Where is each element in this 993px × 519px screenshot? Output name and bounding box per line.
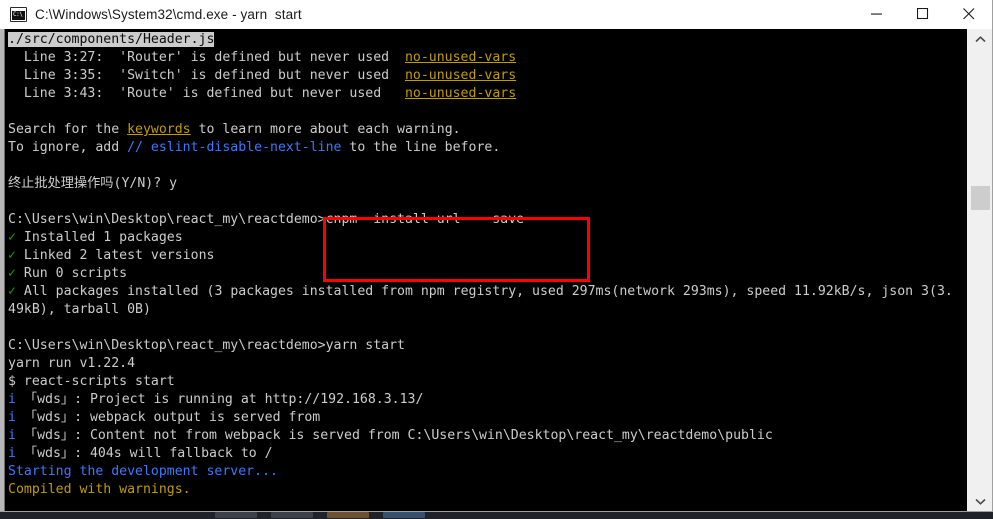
terminal-segment: // eslint-disable-next-line <box>127 140 342 155</box>
taskbar-item[interactable] <box>271 511 313 518</box>
terminal-line: ✓ Linked 2 latest versions <box>8 247 967 265</box>
scroll-up-button[interactable] <box>968 29 992 49</box>
terminal-line: ./src/components/Header.js <box>8 31 967 49</box>
terminal-segment: 「wds」: Project is running at http://192.… <box>15 392 424 407</box>
titlebar[interactable]: C:\Windows\System32\cmd.exe - yarn start <box>0 0 992 29</box>
close-icon <box>963 8 975 20</box>
taskbar-item[interactable] <box>215 511 257 518</box>
console-output[interactable]: ./src/components/Header.js Line 3:27: 'R… <box>5 29 967 511</box>
terminal-line: i 「wds」: 404s will fallback to / <box>8 445 967 463</box>
terminal-line: i 「wds」: webpack output is served from <box>8 409 967 427</box>
terminal-segment: 49kB), tarball 0B) <box>8 302 151 317</box>
terminal-segment: Line 3:43: 'Route' is defined but never … <box>8 86 405 101</box>
terminal-line: ✓ Installed 1 packages <box>8 229 967 247</box>
chevron-down-icon <box>975 498 986 505</box>
terminal-segment: to learn more about each warning. <box>190 122 461 137</box>
terminal-segment: ✓ <box>8 230 16 245</box>
terminal-text: ./src/components/Header.js Line 3:27: 'R… <box>5 31 967 511</box>
terminal-segment: 「wds」: Content not from webpack is serve… <box>15 428 773 443</box>
terminal-line: i 「wds」: Content not from webpack is ser… <box>8 427 967 445</box>
terminal-segment: ✓ <box>8 248 16 263</box>
terminal-line: $ react-scripts start <box>8 373 967 391</box>
terminal-segment: keywords <box>127 122 191 137</box>
terminal-segment: no-unused-vars <box>404 86 517 101</box>
maximize-icon <box>917 8 929 20</box>
terminal-line: 49kB), tarball 0B) <box>8 301 967 319</box>
terminal-segment: $ react-scripts start <box>8 374 175 389</box>
terminal-segment: to the line before. <box>341 140 501 155</box>
terminal-segment: i <box>8 410 16 425</box>
terminal-line: 终止批处理操作吗(Y/N)? y <box>8 175 967 193</box>
taskbar-item[interactable] <box>327 511 369 518</box>
terminal-segment: ./src/components/Header.js <box>8 32 215 47</box>
terminal-line: ✓ Run 0 scripts <box>8 265 967 283</box>
terminal-segment: ✓ <box>8 284 16 299</box>
terminal-line: Line 3:43: 'Route' is defined but never … <box>8 85 967 103</box>
terminal-segment: 终止批处理操作吗(Y/N)? y <box>8 176 178 191</box>
cmd-window: C:\Windows\System32\cmd.exe - yarn start <box>0 0 993 512</box>
terminal-line: Line 3:35: 'Switch' is defined but never… <box>8 67 967 85</box>
terminal-line: To ignore, add // eslint-disable-next-li… <box>8 139 967 157</box>
terminal-segment: To ignore, add <box>8 140 128 155</box>
terminal-segment: 「wds」: 404s will fallback to / <box>15 446 273 461</box>
window-title: C:\Windows\System32\cmd.exe - yarn start <box>35 6 302 22</box>
screen: C:\Windows\System32\cmd.exe - yarn start <box>0 0 993 519</box>
terminal-segment: no-unused-vars <box>404 50 517 65</box>
terminal-line: Compiled with warnings. <box>8 481 967 499</box>
terminal-segment: ✓ <box>8 266 16 281</box>
terminal-segment: no-unused-vars <box>404 68 517 83</box>
terminal-line: C:\Users\win\Desktop\react_my\reactdemo>… <box>8 211 967 229</box>
terminal-line: Starting the development server... <box>8 463 967 481</box>
terminal-line: ✓ All packages installed (3 packages ins… <box>8 283 967 301</box>
maximize-button[interactable] <box>900 0 946 29</box>
minimize-icon <box>871 13 882 15</box>
terminal-segment: Line 3:35: 'Switch' is defined but never… <box>8 68 405 83</box>
terminal-segment: i <box>8 392 16 407</box>
terminal-segment: All packages installed (3 packages insta… <box>15 284 953 299</box>
terminal-segment: yarn run v1.22.4 <box>8 356 136 371</box>
vertical-scrollbar[interactable] <box>967 29 992 511</box>
terminal-segment: C:\Users\win\Desktop\react_my\reactdemo>… <box>8 338 405 353</box>
close-button[interactable] <box>946 0 992 29</box>
terminal-segment: 「wds」: webpack output is served from <box>15 410 321 425</box>
terminal-segment: Linked 2 latest versions <box>15 248 215 263</box>
terminal-segment: i <box>8 446 16 461</box>
terminal-line: Line 3:27: 'Router' is defined but never… <box>8 49 967 67</box>
terminal-segment: Starting the development server... <box>8 464 278 479</box>
terminal-segment: Installed 1 packages <box>15 230 183 245</box>
terminal-line: i 「wds」: Project is running at http://19… <box>8 391 967 409</box>
terminal-line: yarn run v1.22.4 <box>8 355 967 373</box>
chevron-up-icon <box>975 35 986 42</box>
console-area: ./src/components/Header.js Line 3:27: 'R… <box>0 29 992 511</box>
terminal-segment: Search for the <box>8 122 128 137</box>
taskbar-item[interactable] <box>383 511 425 518</box>
terminal-segment: Line 3:27: 'Router' is defined but never… <box>8 50 405 65</box>
terminal-line: Search for the keywords to learn more ab… <box>8 121 967 139</box>
terminal-segment: i <box>8 428 16 443</box>
terminal-line: C:\Users\win\Desktop\react_my\reactdemo>… <box>8 337 967 355</box>
terminal-segment: Run 0 scripts <box>15 266 128 281</box>
scrollbar-thumb[interactable] <box>971 186 990 210</box>
scroll-down-button[interactable] <box>968 491 992 511</box>
terminal-segment: Compiled with warnings. <box>8 482 191 497</box>
window-controls <box>854 0 992 29</box>
cmd-console-icon <box>10 6 27 22</box>
minimize-button[interactable] <box>854 0 900 29</box>
terminal-segment: C:\Users\win\Desktop\react_my\reactdemo>… <box>8 212 525 227</box>
